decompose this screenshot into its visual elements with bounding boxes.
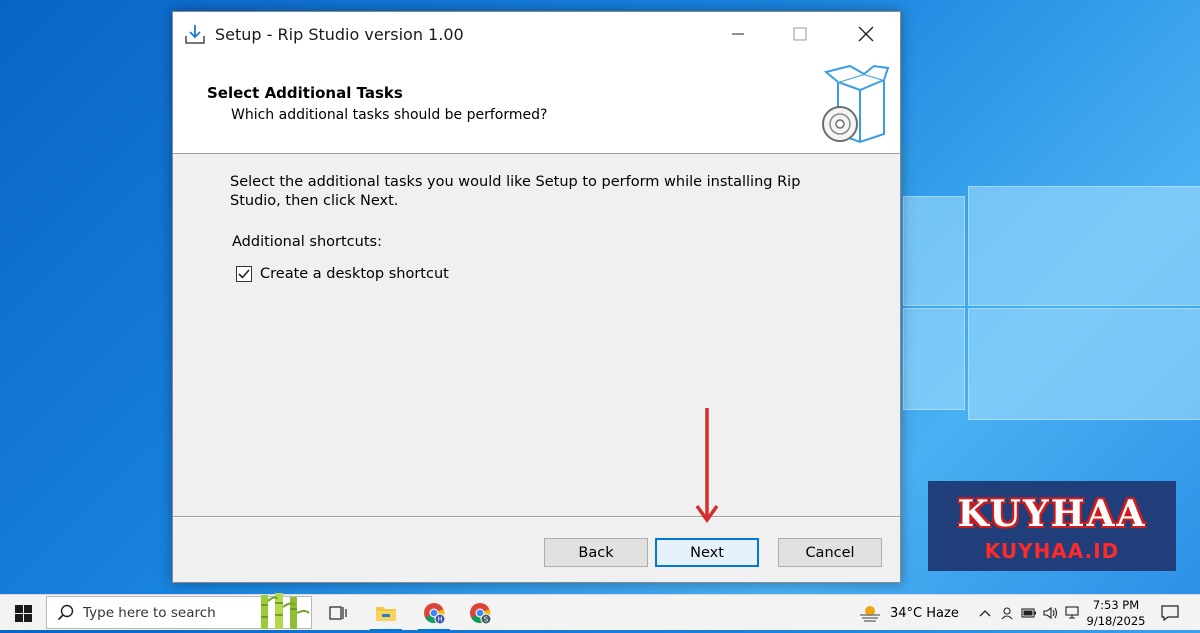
taskbar-search-box[interactable]: Type here to search <box>46 593 313 629</box>
checkmark-icon <box>238 269 250 279</box>
windows-logo-icon <box>14 604 32 622</box>
maximize-button[interactable] <box>777 12 823 56</box>
task-view-button[interactable] <box>322 595 354 631</box>
file-explorer-taskbar-button[interactable] <box>366 595 406 631</box>
network-button[interactable] <box>1062 595 1084 631</box>
weather-widget[interactable]: 34°C Haze <box>858 595 959 631</box>
additional-shortcuts-label: Additional shortcuts: <box>232 234 382 250</box>
notification-icon <box>1161 605 1179 621</box>
search-placeholder[interactable]: Type here to search <box>83 605 216 621</box>
title-bar[interactable]: Setup - Rip Studio version 1.00 <box>173 12 900 56</box>
watermark-title: KUYHAA <box>957 493 1147 535</box>
windows-logo-pane <box>968 186 1200 306</box>
bamboo-search-highlight-icon <box>253 593 313 629</box>
folder-icon <box>376 607 396 621</box>
page-title: Select Additional Tasks <box>207 84 403 102</box>
system-tray <box>974 595 1084 631</box>
cancel-button[interactable]: Cancel <box>778 538 882 567</box>
setup-window: Setup - Rip Studio version 1.00 Select A… <box>172 11 901 583</box>
wizard-header: Select Additional Tasks Which additional… <box>173 56 900 154</box>
wizard-content: Select the additional tasks you would li… <box>173 154 900 526</box>
search-icon <box>57 604 75 626</box>
battery-button[interactable] <box>1018 595 1040 631</box>
chrome-h-badge-text: H <box>437 616 442 624</box>
setup-download-icon <box>183 22 207 46</box>
people-icon <box>1001 607 1013 620</box>
desktop-shortcut-option[interactable]: Create a desktop shortcut <box>236 266 449 282</box>
network-icon <box>1065 606 1079 619</box>
clock-date: 9/18/2025 <box>1086 614 1146 628</box>
taskbar-clock[interactable]: 7:53 PM 9/18/2025 <box>1084 597 1148 629</box>
action-center-button[interactable] <box>1152 595 1188 631</box>
window-title: Setup - Rip Studio version 1.00 <box>215 25 464 44</box>
maximize-icon <box>793 27 807 41</box>
minimize-icon <box>732 33 744 35</box>
down-arrow-annotation-icon <box>694 406 720 526</box>
page-subtitle: Which additional tasks should be perform… <box>231 107 548 123</box>
active-app-indicator <box>370 629 402 631</box>
chrome-profile-s-taskbar-button[interactable]: S <box>460 595 500 631</box>
taskbar: Type here to search H S 34°C Haze 7:53 P… <box>0 593 1200 631</box>
footer-divider-highlight <box>173 517 900 518</box>
chrome-s-badge-text: S <box>484 616 489 624</box>
software-box-icon <box>820 64 890 146</box>
kuyhaa-watermark: KUYHAA KUYHAA.ID <box>928 481 1176 571</box>
instructions-text: Select the additional tasks you would li… <box>230 174 801 209</box>
show-hidden-icons-button[interactable] <box>974 595 996 631</box>
watermark-url: KUYHAA.ID <box>984 539 1120 563</box>
next-button[interactable]: Next <box>655 538 759 567</box>
chrome-icon: S <box>470 603 492 625</box>
clock-time: 7:53 PM <box>1092 598 1140 612</box>
back-button[interactable]: Back <box>544 538 648 567</box>
volume-button[interactable] <box>1040 595 1062 631</box>
desktop-shortcut-checkbox[interactable] <box>236 266 252 282</box>
chrome-icon: H <box>424 603 446 625</box>
weather-text[interactable]: 34°C Haze <box>890 606 959 621</box>
chrome-profile-h-taskbar-button[interactable]: H <box>414 595 454 631</box>
windows-logo-pane <box>903 196 965 306</box>
close-button[interactable] <box>843 12 889 56</box>
close-icon <box>858 26 874 42</box>
meet-now-button[interactable] <box>996 595 1018 631</box>
windows-logo-pane <box>903 308 965 410</box>
task-view-icon <box>329 606 347 620</box>
windows-logo-pane <box>968 308 1200 420</box>
speaker-icon <box>1043 606 1058 620</box>
start-button[interactable] <box>0 595 46 631</box>
chevron-up-icon <box>979 610 991 617</box>
battery-icon <box>1021 608 1036 618</box>
desktop-shortcut-label[interactable]: Create a desktop shortcut <box>260 266 449 282</box>
haze-weather-icon <box>860 606 880 622</box>
minimize-button[interactable] <box>715 12 761 56</box>
active-app-indicator <box>418 629 450 631</box>
